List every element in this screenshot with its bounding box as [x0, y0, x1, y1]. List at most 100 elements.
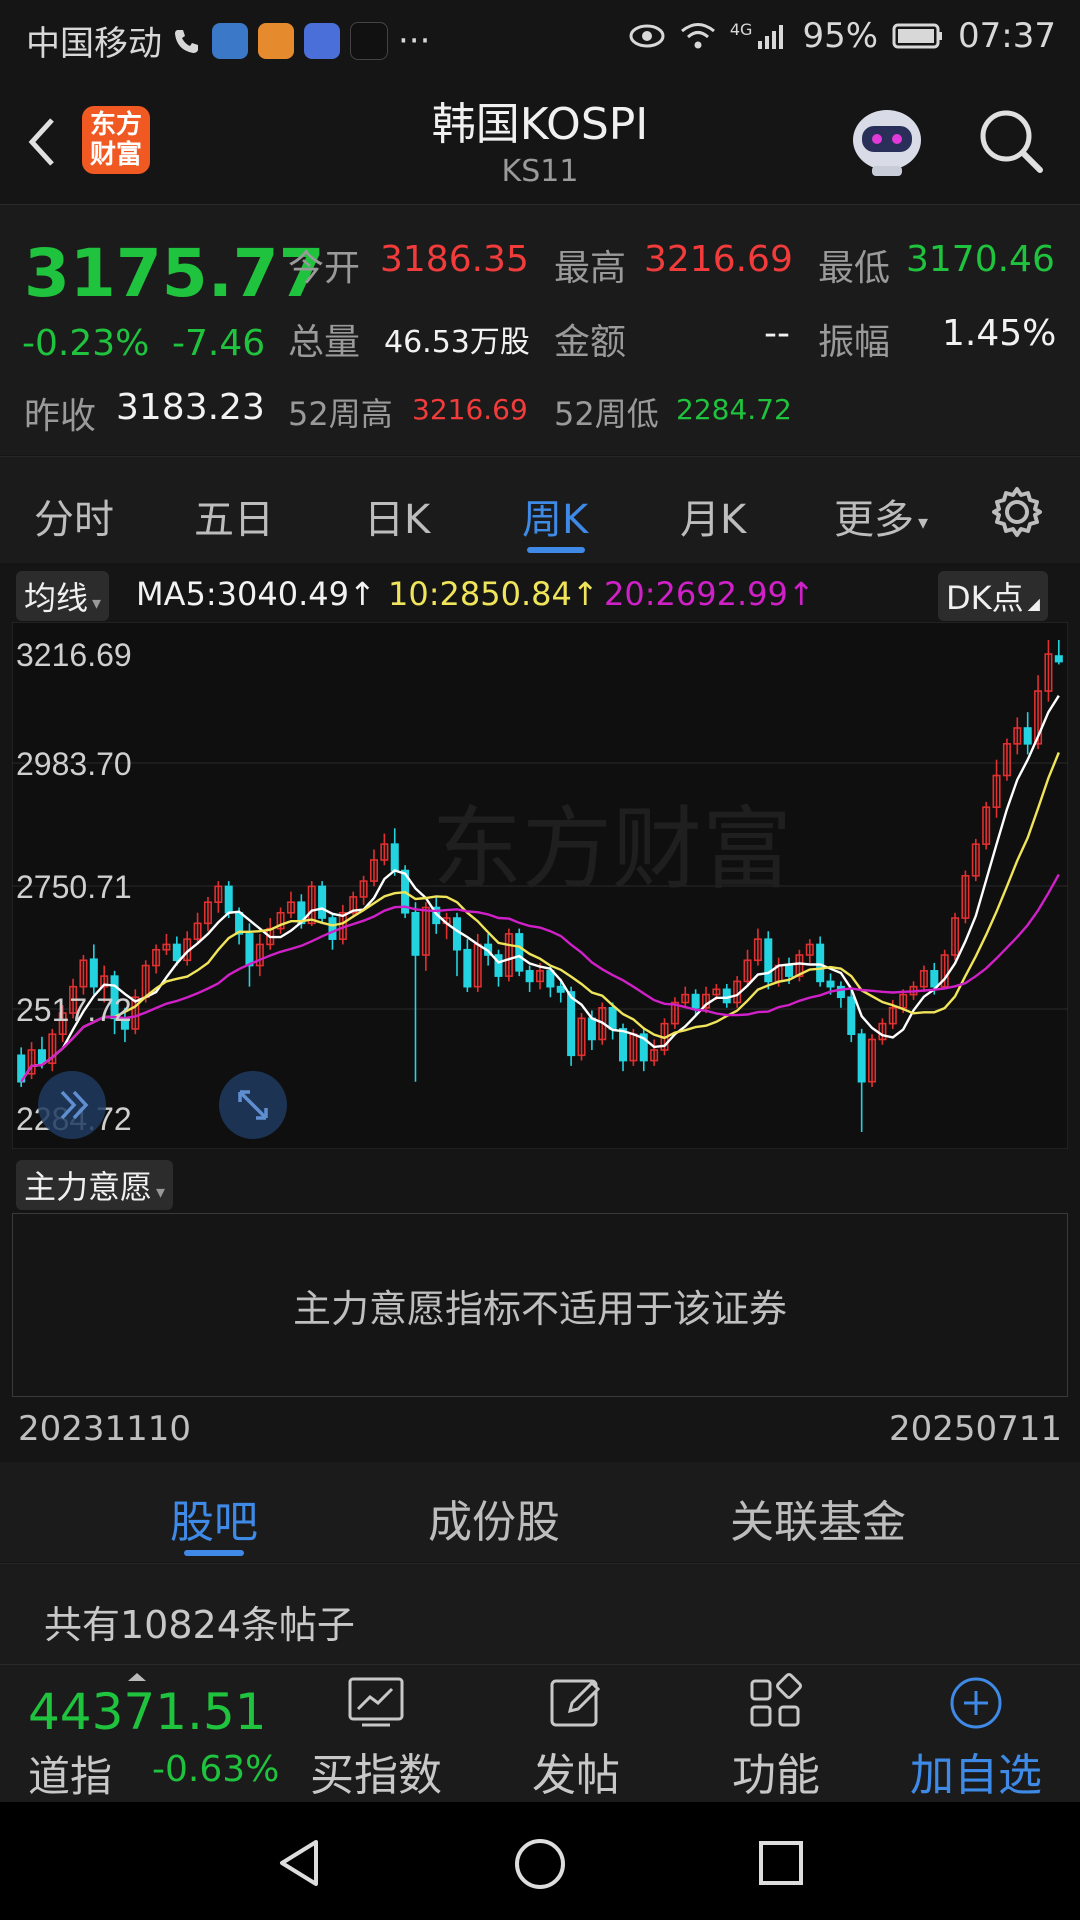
tiktok-icon: [350, 21, 388, 60]
ma5-value: MA5:3040.49↑: [136, 575, 376, 613]
ma20-value: 20:2692.99↑: [604, 575, 815, 613]
index-ticker[interactable]: 44371.51 道指 -0.63%: [0, 1665, 290, 1803]
bottom-toolbar: 44371.51 道指 -0.63% 买指数 发帖 功能 加自选: [0, 1664, 1080, 1803]
low-label: 最低: [818, 248, 891, 289]
candle-body: [1023, 727, 1032, 745]
settings-gear-icon[interactable]: [990, 485, 1044, 539]
tab-daily-k[interactable]: 日K: [364, 487, 430, 545]
corner-triangle-icon: ◢: [1027, 594, 1040, 613]
tab-five-day[interactable]: 五日: [194, 487, 274, 545]
status-bar: 中国移动 ··· 4G 95% 07:37: [0, 0, 1080, 74]
sub-indicator-panel: 主力意愿指标不适用于该证券: [12, 1213, 1068, 1397]
amount-value: --: [764, 313, 790, 354]
clock: 07:37: [958, 16, 1056, 56]
search-icon[interactable]: [976, 106, 1048, 178]
arrow-up-icon: ↑: [571, 575, 599, 613]
candle-body: [1054, 655, 1063, 663]
ma20-label: 20:2692.99: [604, 575, 788, 613]
wk52-low-value: 2284.72: [676, 393, 792, 426]
battery-icon: [892, 23, 943, 49]
candle-body: [245, 933, 254, 967]
open-value: 3186.35: [380, 239, 529, 280]
kline-chart[interactable]: 东方财富 3216.692983.702750.712517.722284.72: [12, 622, 1068, 1149]
eye-icon: [629, 24, 665, 48]
functions-button[interactable]: 功能: [676, 1673, 876, 1803]
candle-body: [172, 943, 181, 962]
apps-grid-icon: [750, 1673, 802, 1727]
candle-body: [525, 970, 534, 983]
candle-body: [318, 885, 327, 919]
moving-average-bar: 均线 ▾ MA5:3040.49↑ 10:2850.84↑ 20:2692.99↑…: [0, 563, 1080, 621]
index-change: -0.63%: [152, 1749, 280, 1790]
end-date: 20250711: [888, 1409, 1062, 1449]
ma10-value: 10:2850.84↑: [388, 575, 599, 613]
buy-index-button[interactable]: 买指数: [276, 1673, 476, 1803]
nav-home-icon[interactable]: [512, 1836, 568, 1892]
wk52-high-label: 52周高: [288, 395, 393, 433]
buy-index-label: 买指数: [310, 1750, 442, 1801]
dk-point-button[interactable]: DK点 ◢: [938, 571, 1048, 621]
tab-monthly-k[interactable]: 月K: [680, 487, 746, 545]
tab-more[interactable]: 更多 ▾: [834, 487, 928, 545]
amplitude-value: 1.45%: [942, 313, 1057, 354]
tab-weekly-k[interactable]: 周K: [522, 487, 588, 545]
sub-indicator-label: 主力意愿: [24, 1168, 153, 1206]
index-value: 44371.51: [28, 1683, 267, 1741]
amount-label: 金额: [554, 322, 627, 363]
low-value: 3170.46: [906, 239, 1055, 280]
quote-panel: 3175.77 -0.23% -7.46 昨收 3183.23 今开 3186.…: [0, 205, 1080, 455]
change-percent: -0.23%: [22, 323, 150, 364]
candle-body: [785, 964, 794, 977]
period-tabs: 分时 五日 日K 周K 月K 更多 ▾: [0, 456, 1080, 563]
high-value: 3216.69: [644, 239, 793, 280]
wifi-icon: [680, 23, 715, 49]
candle-body: [618, 1028, 628, 1062]
high-label: 最高: [554, 248, 627, 289]
arrow-up-icon: ↑: [348, 575, 376, 613]
robot-assistant-icon[interactable]: [846, 100, 928, 182]
functions-label: 功能: [732, 1750, 820, 1801]
y-tick-label: 2517.72: [16, 992, 132, 1028]
candle: [764, 931, 773, 990]
tab-constituents[interactable]: 成份股: [428, 1486, 560, 1550]
active-tab-indicator: [184, 1550, 244, 1556]
sub-indicator-selector[interactable]: 主力意愿 ▾: [16, 1160, 174, 1210]
watermark-text: 东方财富: [432, 800, 792, 900]
candle-body: [816, 943, 825, 983]
candle-body: [826, 980, 835, 988]
tab-related-funds[interactable]: 关联基金: [730, 1486, 906, 1550]
trend-chart-icon: [348, 1677, 404, 1727]
caret-down-icon: ▾: [156, 1182, 166, 1203]
add-watchlist-button[interactable]: 加自选: [876, 1673, 1076, 1803]
candle-body: [452, 917, 462, 951]
indicator-selector[interactable]: 均线 ▾: [16, 571, 110, 621]
tab-stock-forum[interactable]: 股吧: [170, 1486, 258, 1550]
candle-body: [691, 993, 700, 1009]
nav-recents-icon[interactable]: [756, 1838, 806, 1888]
tab-intraday[interactable]: 分时: [34, 487, 114, 545]
candle-body: [89, 958, 98, 988]
app-notify-icon: [212, 22, 248, 59]
candle-body: [515, 933, 524, 972]
candle-body: [722, 988, 731, 1004]
nav-back-icon[interactable]: [272, 1836, 326, 1890]
date-range: 20231110 20250711: [0, 1405, 1080, 1455]
candle-body: [37, 1049, 46, 1065]
change-value: -7.46: [172, 323, 266, 364]
start-date: 20231110: [18, 1409, 192, 1449]
indicator-unavailable-message: 主力意愿指标不适用于该证券: [292, 1287, 787, 1331]
index-name: 道指: [28, 1752, 113, 1801]
expand-left-button[interactable]: [38, 1071, 106, 1139]
ma5-label: MA5:3040.49: [136, 575, 349, 613]
call-icon: [175, 29, 198, 53]
candle-body: [930, 970, 939, 988]
fullscreen-button[interactable]: [219, 1071, 287, 1139]
y-tick-label: 2750.71: [16, 869, 132, 905]
edit-icon: [550, 1679, 601, 1727]
candle-body: [608, 1006, 617, 1030]
y-tick-label: 3216.69: [16, 637, 132, 673]
sub-indicator-header: 主力意愿 ▾: [0, 1152, 1080, 1212]
candle-body: [567, 991, 576, 1057]
post-button[interactable]: 发帖: [476, 1673, 676, 1803]
post-count-row[interactable]: 共有10824条帖子: [0, 1563, 1080, 1664]
